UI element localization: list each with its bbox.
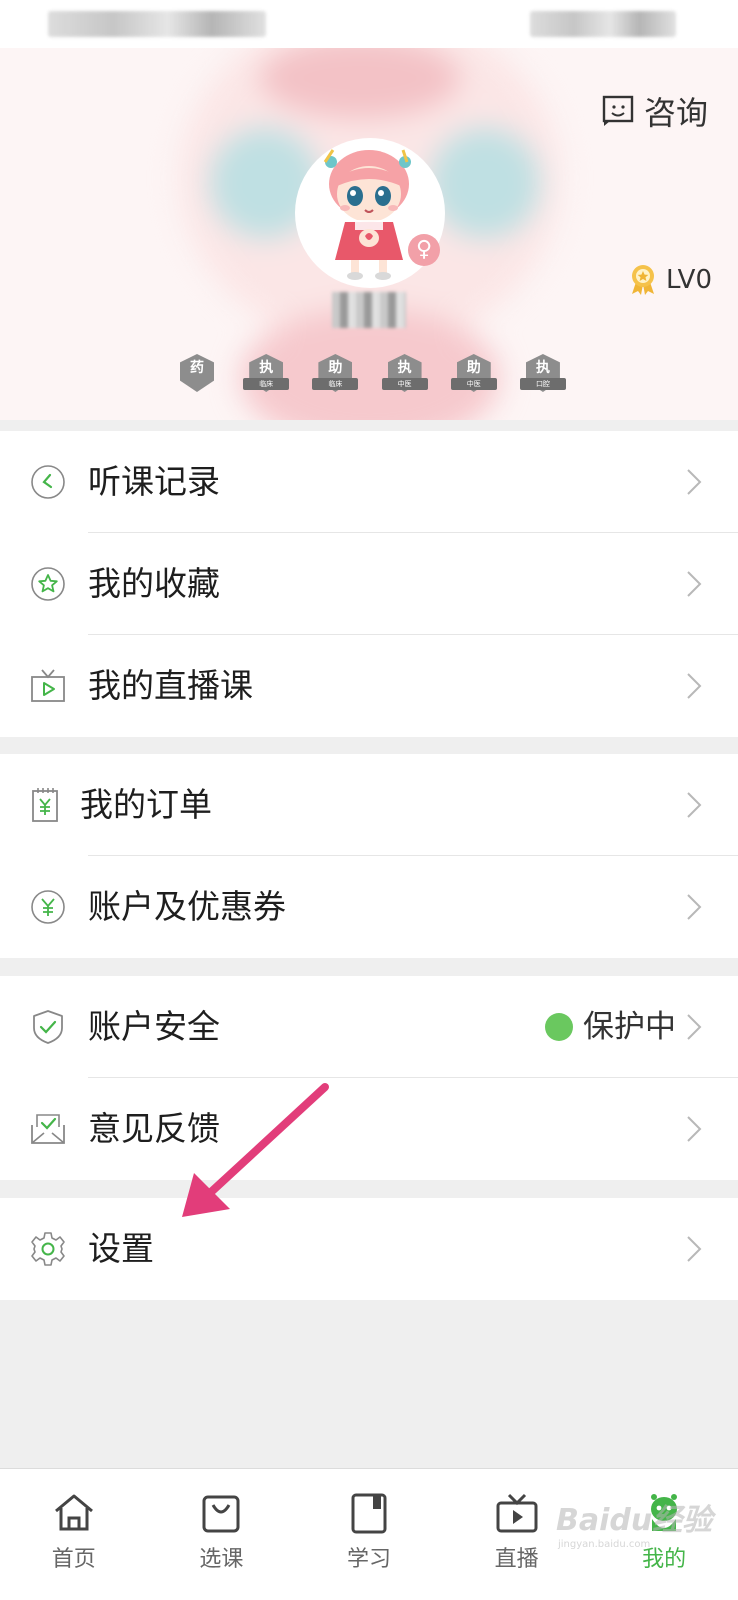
- medal-icon: [632, 265, 655, 295]
- consult-label: 咨询: [643, 94, 708, 132]
- username-blurred: [332, 292, 406, 328]
- chevron-right-icon: [687, 894, 702, 920]
- tab-courses[interactable]: 选课: [148, 1469, 296, 1600]
- badge-assistant-tcm[interactable]: 助 中医: [450, 354, 497, 398]
- menu-label: 设置: [88, 1229, 154, 1268]
- tab-live[interactable]: 直播: [443, 1469, 591, 1600]
- certificate-badges: 药 执 临床 助 临床 执 中医 助 中医 执 口腔: [170, 354, 570, 404]
- badge-pharmacist[interactable]: 药: [178, 354, 216, 398]
- badge-assistant-clinical[interactable]: 助 临床: [312, 354, 359, 398]
- menu-label: 听课记录: [88, 462, 220, 501]
- menu-item-feedback[interactable]: 意见反馈: [0, 1078, 738, 1180]
- tab-label: 首页: [51, 1547, 96, 1572]
- home-icon: [54, 1494, 93, 1531]
- chevron-right-icon: [687, 1236, 702, 1262]
- receipt-icon: [32, 788, 58, 822]
- chat-icon: [602, 95, 634, 126]
- status-bar: [0, 0, 738, 48]
- chevron-right-icon: [687, 571, 702, 597]
- shopping-bag-icon: [202, 1495, 240, 1533]
- menu-item-favorites[interactable]: 我的收藏: [0, 533, 738, 635]
- chevron-right-icon: [687, 469, 702, 495]
- consult-button[interactable]: 咨询: [602, 88, 708, 134]
- menu-group-account: 账户安全 保护中 意见反馈: [0, 976, 738, 1180]
- tab-mine[interactable]: 我的: [590, 1469, 738, 1600]
- tab-label: 选课: [199, 1547, 244, 1572]
- tv-play-icon: [496, 1493, 538, 1533]
- menu-group-learning: 听课记录 我的收藏 我的直播课: [0, 431, 738, 737]
- gear-icon: [31, 1232, 65, 1266]
- menu-item-listen-history[interactable]: 听课记录: [0, 431, 738, 533]
- menu-item-account-security[interactable]: 账户安全 保护中: [0, 976, 738, 1078]
- level-badge[interactable]: LV0: [628, 264, 712, 296]
- badge-licensed-dental[interactable]: 执 口腔: [519, 354, 566, 398]
- chevron-right-icon: [687, 1116, 702, 1142]
- menu-item-live-courses[interactable]: 我的直播课: [0, 635, 738, 737]
- menu-item-orders[interactable]: 我的订单: [0, 754, 738, 856]
- bottom-tab-bar: 首页 选课 学习 直播 我的: [0, 1468, 738, 1600]
- tab-home[interactable]: 首页: [0, 1469, 148, 1600]
- menu-item-settings[interactable]: 设置: [0, 1198, 738, 1300]
- menu-label: 账户及优惠券: [88, 887, 286, 926]
- user-mascot-icon: [651, 1494, 678, 1531]
- tab-label: 学习: [346, 1547, 391, 1572]
- shield-check-icon: [33, 1010, 63, 1044]
- menu-label: 我的直播课: [88, 666, 253, 705]
- tab-label: 直播: [494, 1547, 539, 1572]
- gender-female-icon: ♀: [408, 234, 440, 266]
- chevron-right-icon: [687, 673, 702, 699]
- status-bar-right-blurred: [530, 11, 676, 37]
- status-bar-left-blurred: [48, 11, 266, 37]
- clock-history-icon: [31, 465, 65, 499]
- menu-label: 意见反馈: [88, 1109, 220, 1148]
- menu-label: 账户安全: [88, 1007, 220, 1046]
- security-status-label: 保护中: [583, 1009, 676, 1045]
- menu-label: 我的订单: [80, 785, 212, 824]
- star-icon: [31, 567, 65, 601]
- chevron-right-icon: [687, 792, 702, 818]
- menu-item-account-coupons[interactable]: 账户及优惠券: [0, 856, 738, 958]
- lock-icon: [545, 1013, 573, 1067]
- tv-play-icon: [31, 669, 65, 702]
- menu-label: 我的收藏: [88, 564, 220, 603]
- tab-study[interactable]: 学习: [295, 1469, 443, 1600]
- security-status: 保护中: [545, 976, 676, 1078]
- yuan-coin-icon: [31, 890, 65, 924]
- feedback-mail-icon: [31, 1114, 65, 1144]
- level-label: LV0: [666, 265, 712, 295]
- badge-licensed-clinical[interactable]: 执 临床: [243, 354, 290, 398]
- badge-licensed-tcm[interactable]: 执 中医: [381, 354, 428, 398]
- profile-header: 咨询 LV0 ♀ 药 执 临床 助 临床 执 中医 助 中医 执 口腔: [0, 48, 738, 420]
- menu-group-orders: 我的订单 账户及优惠券: [0, 754, 738, 958]
- tab-label: 我的: [642, 1547, 687, 1572]
- chevron-right-icon: [687, 1014, 702, 1040]
- menu-group-settings: 设置: [0, 1198, 738, 1300]
- notebook-icon: [351, 1493, 387, 1534]
